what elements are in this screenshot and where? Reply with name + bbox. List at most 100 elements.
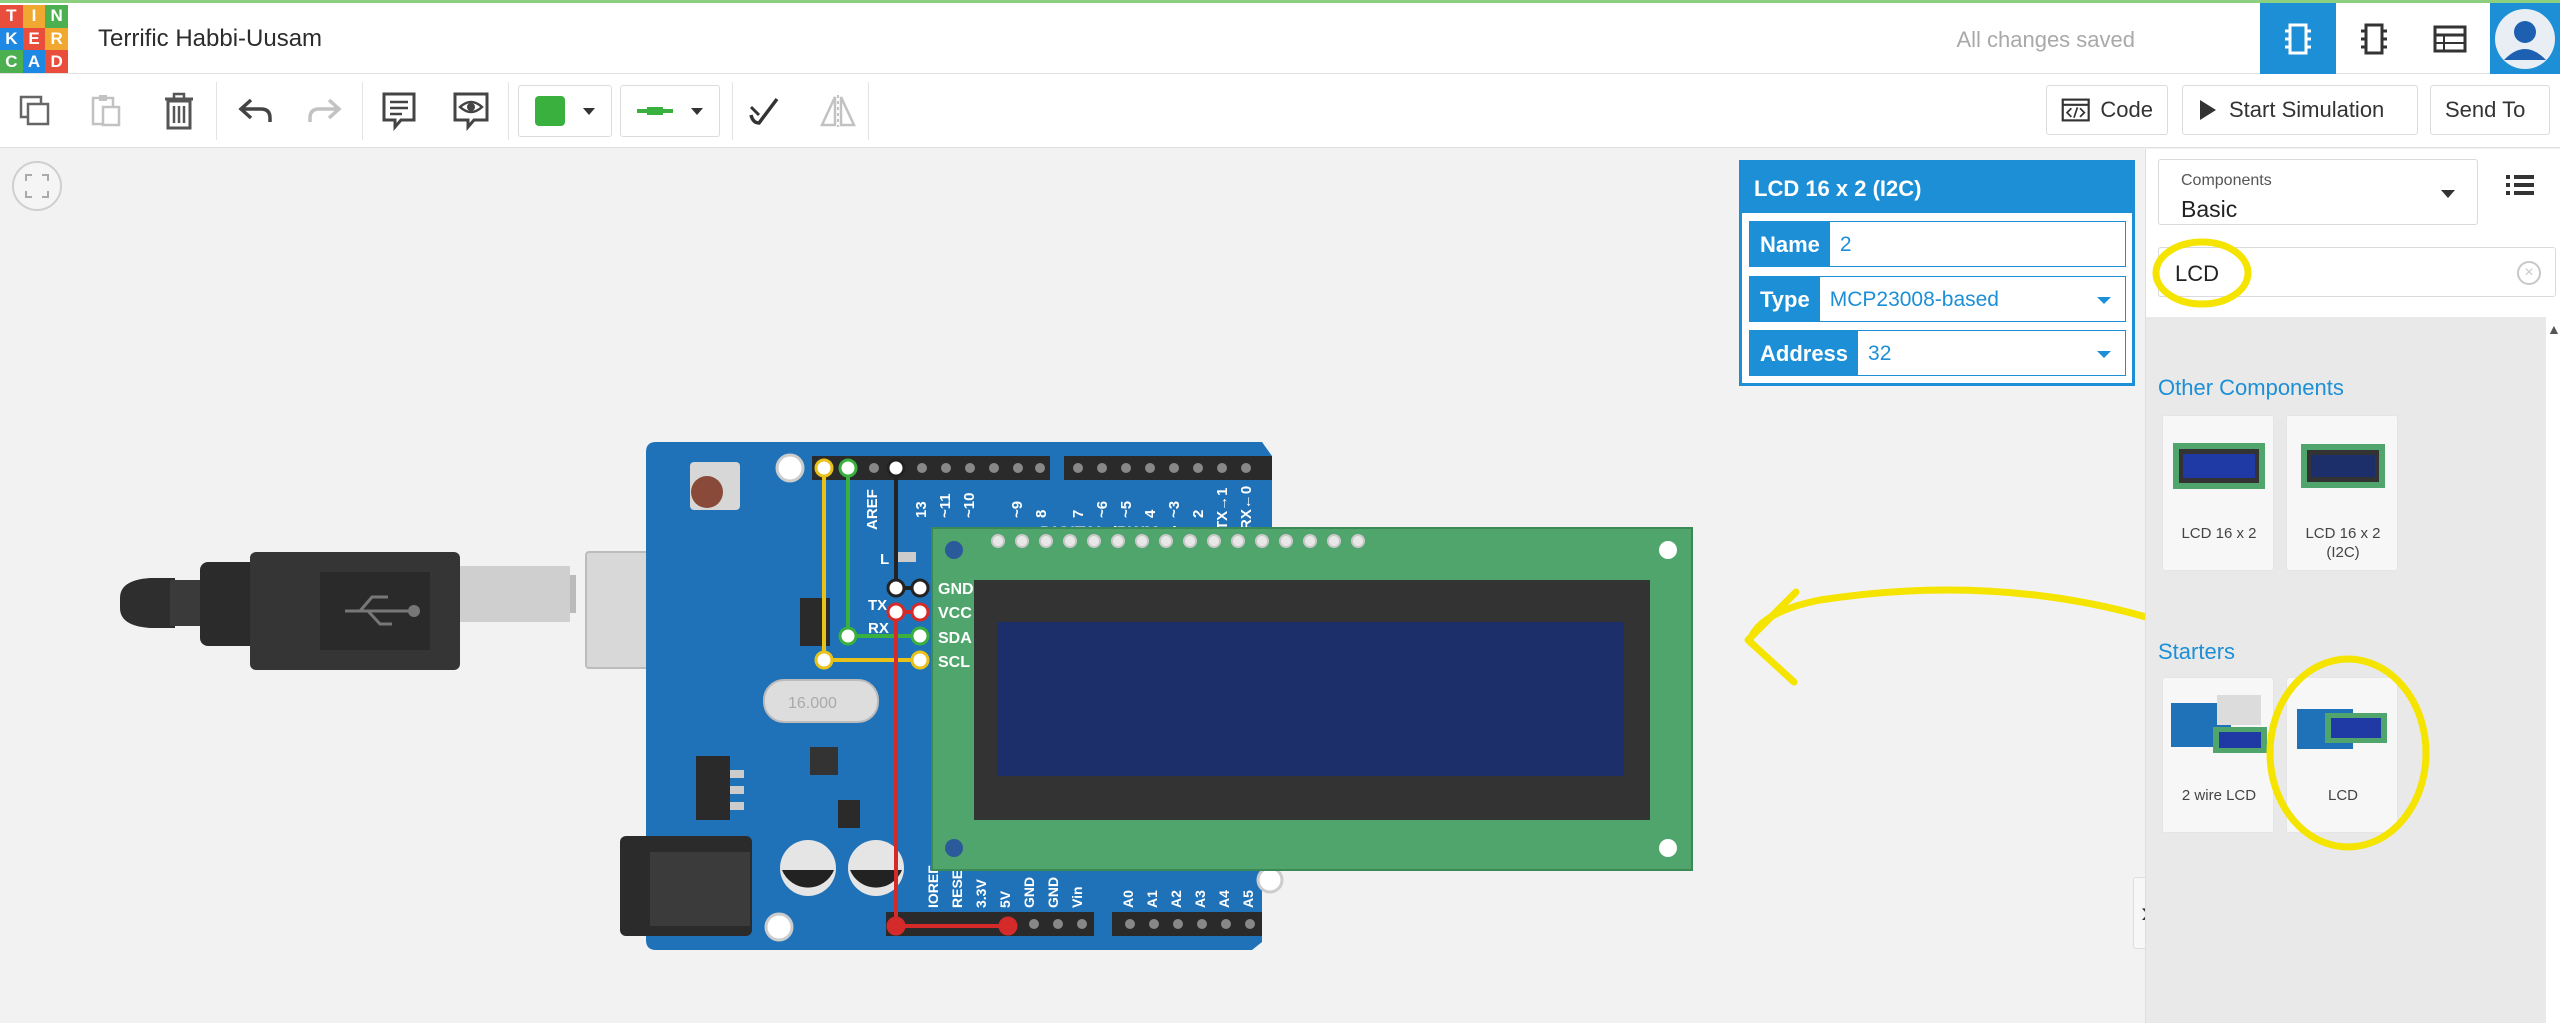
redo-icon (308, 98, 342, 122)
circuit-view-button[interactable] (2260, 3, 2336, 74)
pin-label: ~11 (937, 493, 954, 518)
delete-button[interactable] (156, 88, 202, 134)
toolbar-divider (362, 82, 363, 140)
send-to-button[interactable]: Send To (2430, 85, 2550, 135)
type-select[interactable]: MCP23008-based (1820, 277, 2125, 321)
other-components-title: Other Components (2158, 375, 2344, 400)
clear-search-icon[interactable]: × (2517, 261, 2541, 285)
lcd-i2c-module[interactable]: GND VCC SDA SCL (931, 527, 1693, 871)
annotate-icon (749, 97, 779, 125)
component-list-icon (2433, 25, 2467, 52)
user-avatar-button[interactable] (2490, 3, 2560, 74)
search-highlight-circle (2152, 238, 2252, 308)
pin-label: AREF (864, 489, 881, 530)
components-dropdown[interactable]: Components Basic (2158, 159, 2478, 225)
paste-button[interactable] (82, 88, 128, 134)
chevron-down-icon (583, 107, 595, 115)
pin-label: A0 (1120, 890, 1136, 908)
logo-letter: A (22, 50, 46, 73)
annotation-arrow (1744, 586, 2145, 686)
components-caption: Components (2181, 172, 2272, 189)
wire-type-dropdown[interactable] (620, 85, 720, 137)
play-icon (2200, 100, 2216, 120)
code-icon (2061, 98, 2090, 122)
component-card-lcd[interactable]: LCD 16 x 2 (2162, 415, 2274, 571)
list-view-button[interactable] (2506, 173, 2534, 202)
type-field[interactable]: Type MCP23008-based (1749, 276, 2126, 322)
schematic-view-icon (2361, 23, 2387, 54)
pin-label: 4 (1142, 509, 1159, 518)
notes-visibility-icon (453, 92, 489, 131)
logo-letter: E (22, 27, 46, 51)
led-label: L (880, 551, 889, 568)
notes-button[interactable] (376, 88, 422, 134)
chevron-down-icon (2441, 190, 2455, 198)
annotate-button[interactable] (742, 88, 788, 134)
start-simulation-label: Start Simulation (2229, 97, 2385, 122)
pin-label: 5V (997, 890, 1013, 908)
chevron-down-icon (2097, 297, 2111, 304)
pin-label: A3 (1192, 890, 1208, 908)
design-title[interactable]: Terrific Habbi-Uusam (98, 25, 322, 53)
address-select[interactable]: 32 (1858, 331, 2125, 375)
redo-button[interactable] (302, 88, 348, 134)
pin-label: A2 (1168, 890, 1184, 908)
components-value: Basic (2181, 196, 2238, 222)
crystal-label: 16.000 (788, 695, 837, 712)
pin-label: ~3 (1166, 501, 1183, 518)
wire-type (637, 107, 673, 115)
pin-label: Vin (1069, 886, 1085, 908)
type-value: MCP23008-based (1829, 288, 1999, 311)
lcd-pin-label: SDA (938, 630, 972, 647)
tinkercad-app: T I N K E R C A D Terrific Habbi-Uusam A… (0, 0, 2560, 1023)
flip-button[interactable] (815, 88, 861, 134)
address-label: Address (1750, 331, 1859, 375)
search-results: Other Components LCD 16 x 2 LCD 16 x 2 (… (2146, 317, 2546, 1023)
card-label: LCD 16 x 2 (I2C) (2305, 525, 2381, 561)
starters-title: Starters (2158, 639, 2236, 664)
pin-label: GND (1045, 877, 1061, 908)
code-button[interactable]: Code (2046, 85, 2168, 135)
pin-label: 13 (913, 501, 930, 518)
list-view-icon (2506, 175, 2534, 195)
pin-label: 3.3V (973, 879, 989, 908)
address-value: 32 (1868, 342, 1892, 365)
component-inspector: LCD 16 x 2 (I2C) Name 2 Type MCP23008-ba… (1739, 160, 2135, 386)
lcd-pin-label: GND (938, 581, 974, 598)
logo-letter: T (0, 5, 23, 28)
pin-label: TX→1 (1214, 487, 1231, 530)
name-label: Name (1750, 222, 1830, 266)
undo-icon (238, 98, 272, 122)
copy-icon (19, 95, 50, 126)
pin-label: RX←0 (1238, 486, 1255, 530)
pin-label: 2 (1190, 510, 1207, 518)
pin-label: IOREF (925, 865, 941, 908)
starter-highlight-circle (2266, 655, 2430, 851)
tinkercad-logo[interactable]: T I N K E R C A D (0, 5, 68, 73)
component-list-button[interactable] (2412, 3, 2488, 74)
lcd-i2c-thumbnail (2287, 426, 2399, 506)
scroll-up-arrow[interactable]: ▲ (2547, 321, 2560, 337)
name-field[interactable]: Name 2 (1749, 221, 2126, 267)
top-header: T I N K E R C A D Terrific Habbi-Uusam A… (0, 0, 2560, 74)
notes-icon (382, 92, 416, 131)
schematic-view-button[interactable] (2336, 3, 2412, 74)
inspector-title: LCD 16 x 2 (I2C) (1742, 163, 2132, 213)
pin-label: 8 (1033, 510, 1050, 518)
toolbar-divider (868, 82, 869, 140)
pin-label: A1 (1144, 890, 1160, 908)
pin-label: GND (1021, 877, 1037, 908)
notes-visibility-button[interactable] (448, 88, 494, 134)
start-simulation-button[interactable]: Start Simulation (2182, 85, 2418, 135)
name-input[interactable]: 2 (1830, 222, 2125, 266)
undo-button[interactable] (232, 88, 278, 134)
copy-button[interactable] (12, 88, 58, 134)
pin-label: ~5 (1118, 501, 1135, 518)
fill-color-dropdown[interactable] (518, 85, 612, 137)
address-field[interactable]: Address 32 (1749, 330, 2126, 376)
paste-icon (91, 95, 121, 127)
circuit-view-icon (2285, 23, 2311, 54)
component-card-lcd-i2c[interactable]: LCD 16 x 2 (I2C) (2286, 415, 2398, 571)
type-label: Type (1750, 277, 1820, 321)
code-label: Code (2100, 97, 2153, 122)
